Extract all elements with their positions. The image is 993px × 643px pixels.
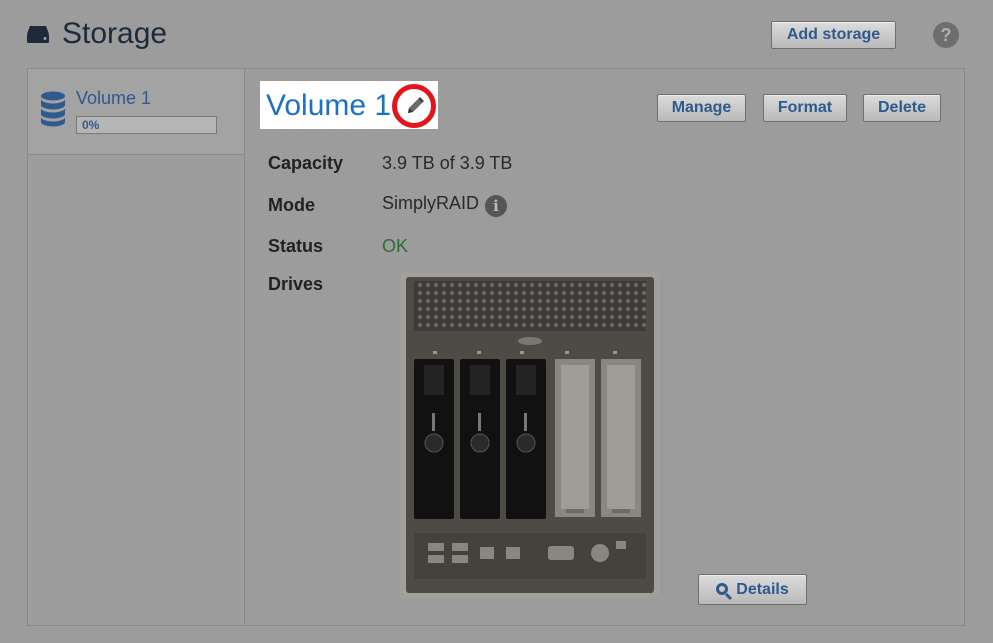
volume-title: Volume 1 xyxy=(266,89,392,122)
drive-bay-4-empty xyxy=(555,359,595,517)
sidebar-item-label: Volume 1 xyxy=(76,88,152,108)
manage-button[interactable]: Manage xyxy=(657,94,746,122)
page-title: Storage xyxy=(62,17,168,50)
drive-bays xyxy=(414,359,641,519)
capacity-label: Capacity xyxy=(268,153,344,173)
status-label: Status xyxy=(268,236,324,256)
volume-usage-bar: 0% xyxy=(76,116,217,134)
format-button[interactable]: Format xyxy=(763,94,847,122)
capacity-value: 3.9 TB of 3.9 TB xyxy=(382,153,513,173)
mode-row: SimplyRAID i xyxy=(382,193,508,217)
mode-value: SimplyRAID xyxy=(382,193,480,213)
storage-panel: Volume 1 0% Volume 1 Manage Format Delet… xyxy=(27,68,965,626)
add-storage-button[interactable]: Add storage xyxy=(771,21,896,49)
help-icon[interactable]: ? xyxy=(933,22,959,48)
drive-bay-5-empty xyxy=(601,359,641,517)
delete-button[interactable]: Delete xyxy=(863,94,941,122)
page-header: Storage Add storage ? xyxy=(0,0,993,66)
drive-bay-3 xyxy=(506,359,546,519)
drives-label: Drives xyxy=(268,274,324,294)
drive-bay-1 xyxy=(414,359,454,519)
volume-detail: Volume 1 Manage Format Delete Capacity 3… xyxy=(246,69,964,625)
status-value: OK xyxy=(382,236,409,256)
mode-label: Mode xyxy=(268,195,315,215)
details-button[interactable]: Details xyxy=(698,574,807,605)
database-icon xyxy=(41,91,65,127)
rename-button[interactable] xyxy=(392,84,436,128)
hard-drive-icon xyxy=(27,26,49,43)
magnifier-icon xyxy=(716,583,729,595)
volume-title-highlight: Volume 1 xyxy=(260,81,438,129)
details-label: Details xyxy=(736,581,789,598)
volume-usage-percent: 0% xyxy=(82,118,100,132)
info-icon[interactable]: i xyxy=(485,195,508,217)
drive-bay-2 xyxy=(460,359,500,519)
sidebar-item-volume-1[interactable]: Volume 1 0% xyxy=(28,69,244,155)
nas-device-image xyxy=(400,273,660,598)
pencil-icon xyxy=(408,97,424,113)
volume-sidebar: Volume 1 0% xyxy=(28,69,245,625)
